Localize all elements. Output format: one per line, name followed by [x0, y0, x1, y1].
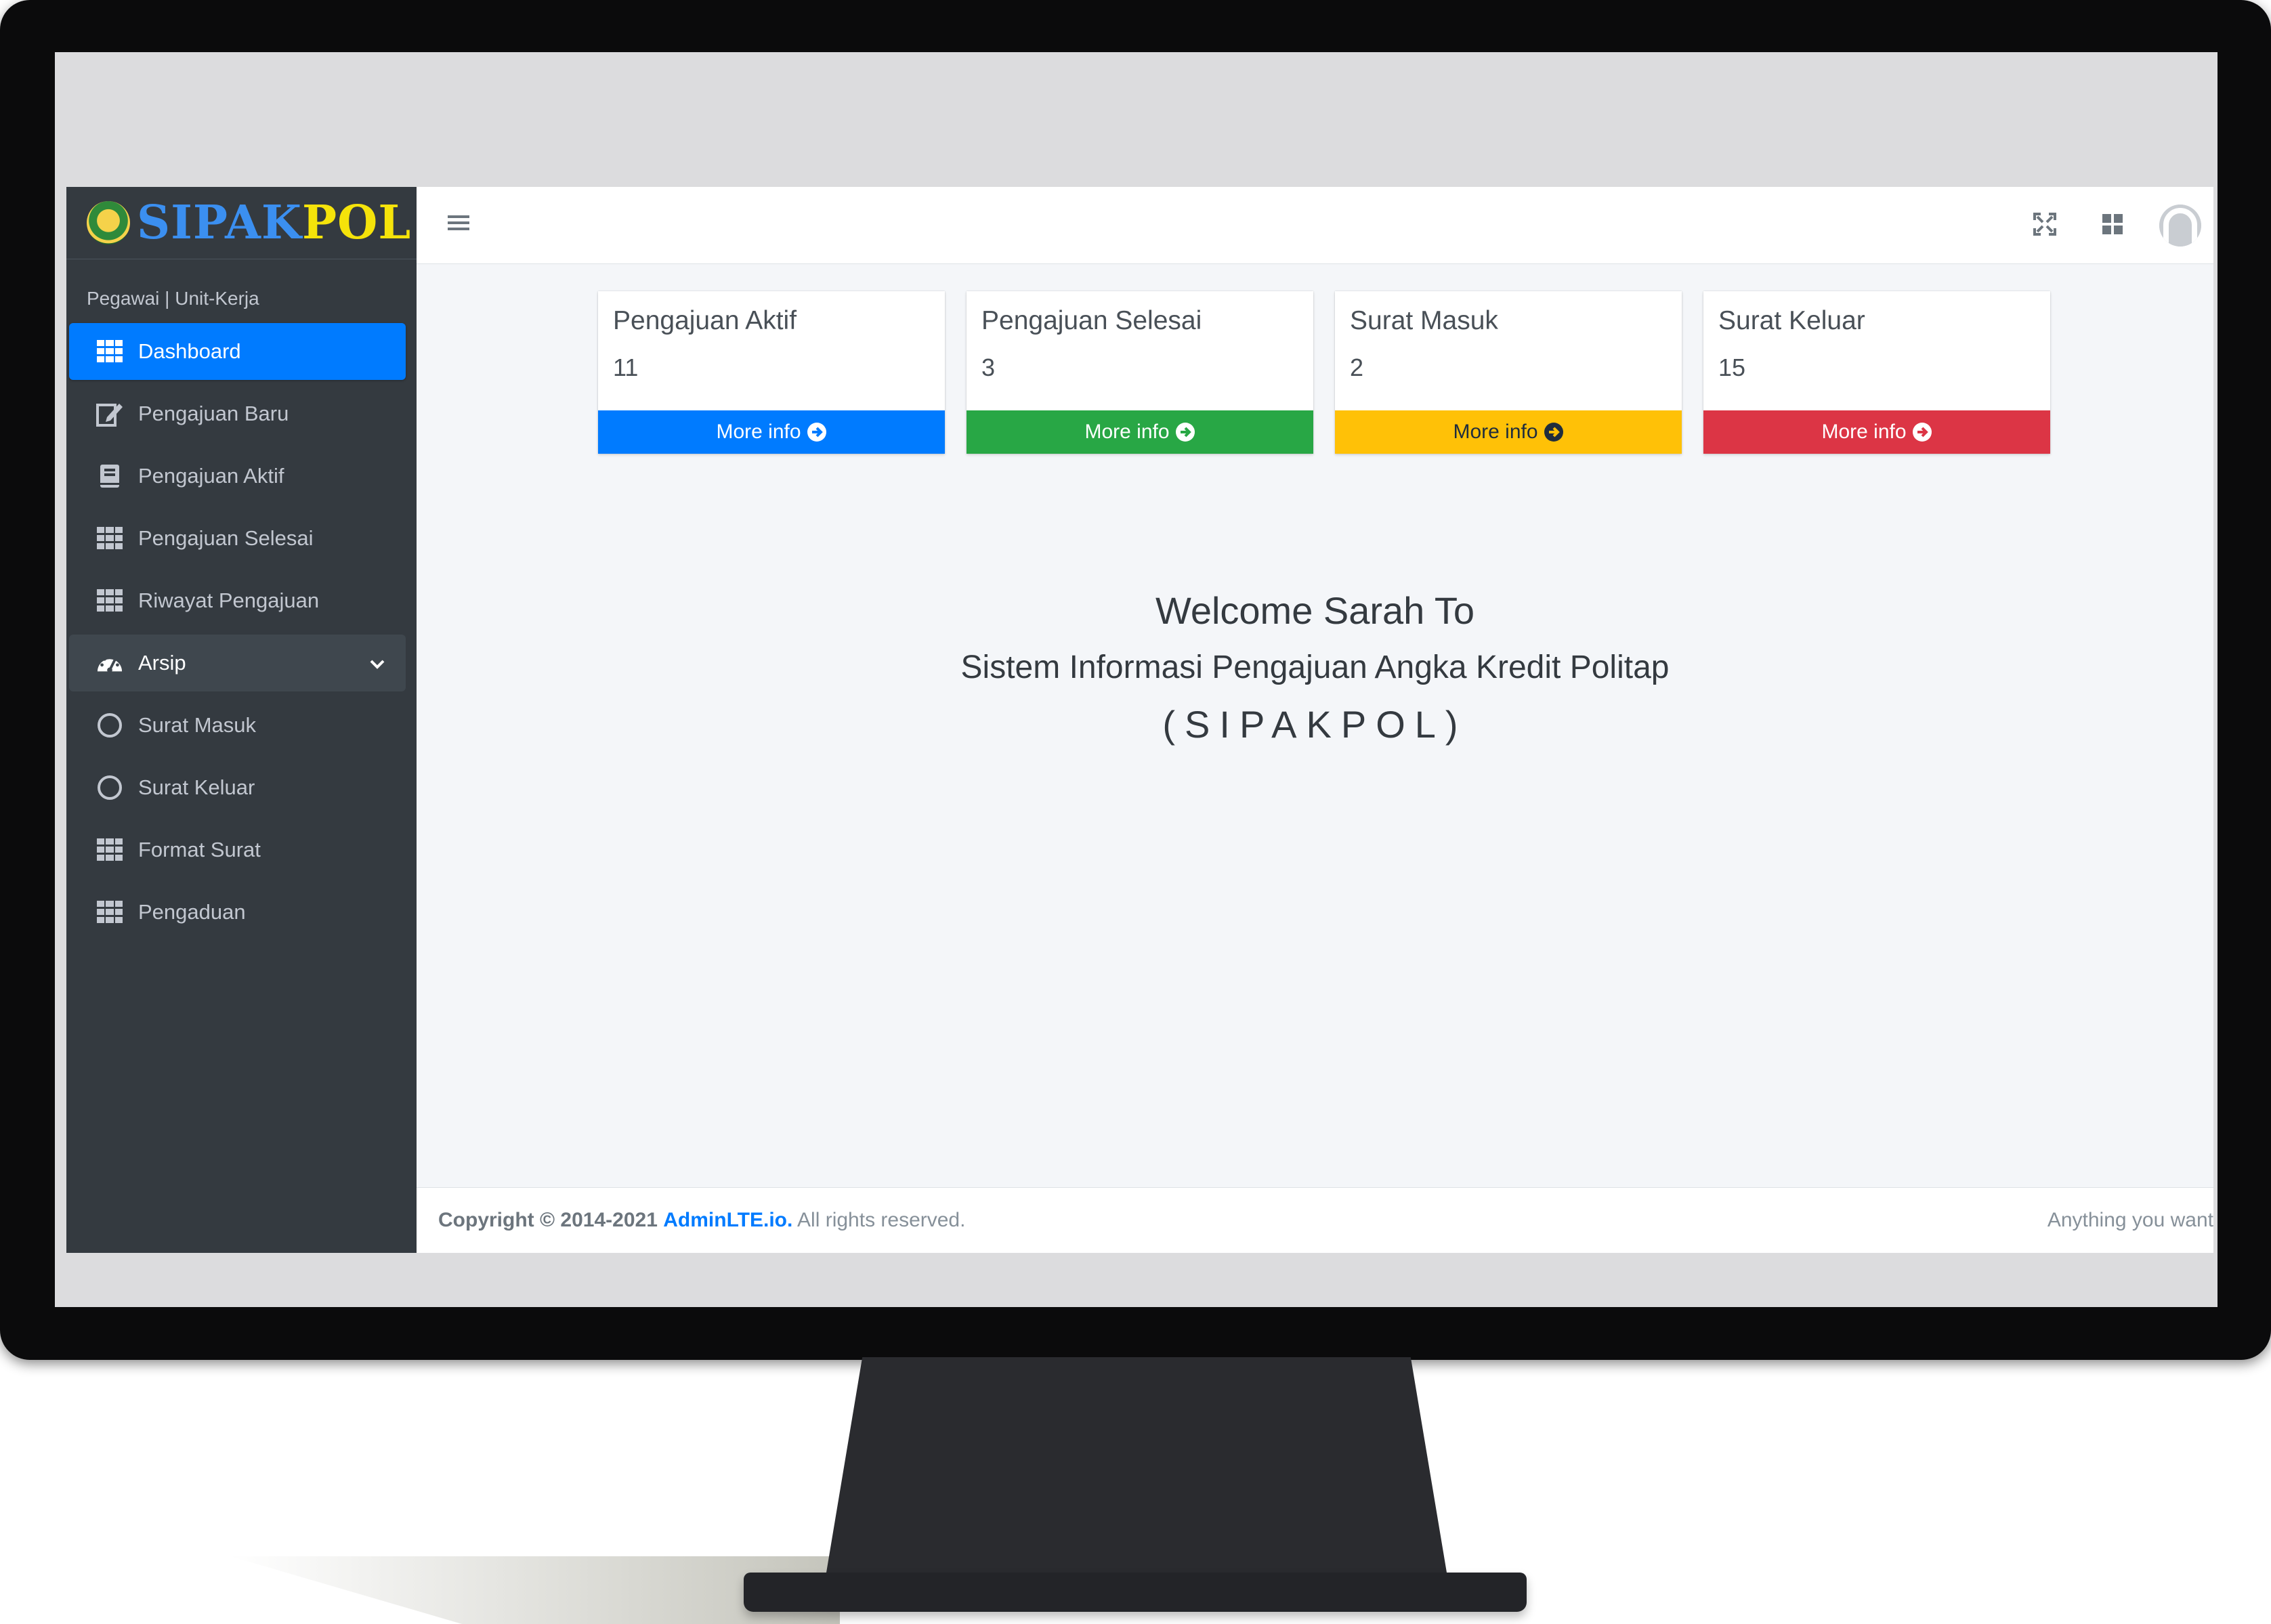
more-info-label: More info: [1821, 421, 1907, 443]
table-icon: [96, 899, 123, 926]
card-pengajuan-selesai: Pengajuan Selesai 3 More info: [967, 291, 1313, 454]
arrow-circle-right-icon: [1544, 422, 1564, 442]
monitor-screen: SIPAKPOL Pegawai | Unit-Kerja Dashboard: [55, 52, 2217, 1307]
card-surat-keluar: Surat Keluar 15 More info: [1703, 291, 2050, 454]
sidebar-item-pengajuan-aktif[interactable]: Pengajuan Aktif: [69, 448, 406, 505]
sidebar: SIPAKPOL Pegawai | Unit-Kerja Dashboard: [66, 187, 417, 1253]
table-icon: [96, 587, 123, 614]
footer-brand-link[interactable]: AdminLTE.io.: [663, 1209, 792, 1231]
chevron-down-icon[interactable]: [369, 651, 385, 675]
sidebar-item-pengaduan[interactable]: Pengaduan: [69, 884, 406, 941]
app-window: SIPAKPOL Pegawai | Unit-Kerja Dashboard: [66, 187, 2213, 1253]
more-info-label: More info: [1084, 421, 1170, 443]
monitor-stand: [825, 1357, 1448, 1581]
arrow-circle-right-icon: [807, 422, 827, 442]
main-area: Pengajuan Aktif 11 More info Pengajuan S…: [417, 187, 2213, 1253]
book-icon: [96, 463, 123, 490]
sidebar-item-pengajuan-baru[interactable]: Pengajuan Baru: [69, 385, 406, 442]
card-value: 11: [613, 354, 639, 381]
card-title: Surat Masuk: [1350, 306, 1498, 335]
sidebar-item-riwayat-pengajuan[interactable]: Riwayat Pengajuan: [69, 572, 406, 629]
table-icon: [96, 338, 123, 365]
user-avatar-icon[interactable]: [2159, 205, 2201, 247]
monitor-base: [744, 1573, 1527, 1612]
brand[interactable]: SIPAKPOL: [66, 187, 417, 259]
card-value: 2: [1350, 354, 1364, 381]
card-surat-masuk: Surat Masuk 2 More info: [1335, 291, 1682, 454]
sidebar-item-pengajuan-selesai[interactable]: Pengajuan Selesai: [69, 510, 406, 567]
page-footer: Copyright © 2014-2021 AdminLTE.io. All r…: [417, 1187, 2213, 1253]
sidebar-item-label: Format Surat: [138, 838, 261, 861]
circle-icon: [96, 774, 123, 801]
welcome-message: Welcome Sarah To Sistem Informasi Pengaj…: [417, 582, 2213, 753]
sidebar-item-label: Dashboard: [138, 339, 241, 363]
welcome-line-3: (SIPAKPOL): [1162, 703, 1468, 746]
card-pengajuan-aktif: Pengajuan Aktif 11 More info: [598, 291, 945, 454]
more-info-link[interactable]: More info: [967, 410, 1313, 454]
edit-icon: [96, 400, 123, 427]
card-title: Pengajuan Selesai: [981, 306, 1202, 335]
content-wrapper: Pengajuan Aktif 11 More info Pengajuan S…: [417, 264, 2213, 1187]
card-value: 15: [1718, 354, 1746, 381]
welcome-line-1: Welcome Sarah To: [1155, 589, 1475, 632]
sidebar-item-label: Arsip: [138, 651, 186, 675]
more-info-link[interactable]: More info: [1335, 410, 1682, 454]
brand-logo: [87, 201, 130, 244]
hamburger-menu-icon[interactable]: [448, 213, 469, 236]
sidebar-item-format-surat[interactable]: Format Surat: [69, 821, 406, 878]
sidebar-item-label: Pengajuan Selesai: [138, 526, 314, 550]
arrow-circle-right-icon: [1912, 422, 1932, 442]
tachometer-icon: [96, 649, 123, 677]
sidebar-item-arsip[interactable]: Arsip: [69, 635, 406, 691]
sidebar-item-dashboard[interactable]: Dashboard: [69, 323, 406, 380]
circle-icon: [96, 712, 123, 739]
grid-apps-icon[interactable]: [2101, 213, 2124, 239]
footer-rights: All rights reserved.: [797, 1209, 966, 1231]
sidebar-item-surat-keluar[interactable]: Surat Keluar: [69, 759, 406, 816]
sidebar-nav: Dashboard Pengajuan Baru Pengajuan Aktif: [66, 323, 417, 941]
card-value: 3: [981, 354, 996, 381]
brand-text: SIPAKPOL: [137, 200, 411, 246]
more-info-link[interactable]: More info: [1703, 410, 2050, 454]
card-title: Pengajuan Aktif: [613, 306, 797, 335]
table-icon: [96, 525, 123, 552]
brand-text-part1: SIPAK: [137, 196, 302, 250]
footer-right-text: Anything you want: [2047, 1209, 2213, 1231]
fullscreen-icon[interactable]: [2033, 213, 2056, 239]
info-cards: Pengajuan Aktif 11 More info Pengajuan S…: [598, 291, 2050, 454]
user-panel[interactable]: Pegawai | Unit-Kerja: [66, 259, 417, 315]
footer-copyright: Copyright © 2014-2021 AdminLTE.io. All r…: [438, 1209, 965, 1232]
more-info-label: More info: [1453, 421, 1538, 443]
sidebar-item-surat-masuk[interactable]: Surat Masuk: [69, 697, 406, 754]
sidebar-item-label: Pengajuan Aktif: [138, 464, 284, 488]
sidebar-item-label: Pengajuan Baru: [138, 402, 289, 425]
more-info-label: More info: [716, 421, 801, 443]
sidebar-item-label: Surat Keluar: [138, 775, 255, 799]
top-navbar: [417, 187, 2213, 264]
table-icon: [96, 836, 123, 863]
sidebar-item-label: Surat Masuk: [138, 713, 257, 737]
sidebar-item-label: Pengaduan: [138, 900, 246, 924]
sidebar-item-label: Riwayat Pengajuan: [138, 589, 320, 612]
more-info-link[interactable]: More info: [598, 410, 945, 454]
card-title: Surat Keluar: [1718, 306, 1865, 335]
arrow-circle-right-icon: [1175, 422, 1195, 442]
brand-text-part2: POL: [301, 196, 412, 250]
welcome-line-2: Sistem Informasi Pengajuan Angka Kredit …: [960, 649, 1670, 685]
footer-copyright-text: Copyright © 2014-2021: [438, 1209, 658, 1231]
